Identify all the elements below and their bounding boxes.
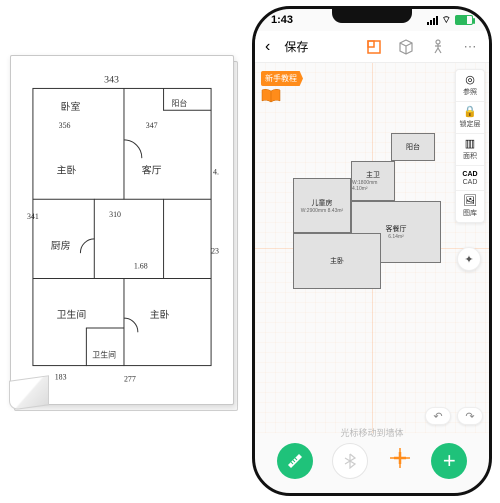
redo-button[interactable]: ↷ [457,407,483,425]
status-time: 1:43 [271,14,293,26]
sidebar-item-reference[interactable]: ◎ 参照 [456,70,484,102]
battery-icon [455,15,473,25]
room-label: 卧室 [61,100,81,113]
paper-sketch: 343 卧室 阳台 356 347 主卧 客厅 341 4.16 310 厨房 … [10,55,240,415]
walkthrough-icon[interactable] [429,38,447,56]
room-label: 阳台 [171,98,187,108]
save-button[interactable]: 保存 [284,38,308,55]
bluetooth-button[interactable] [332,443,368,479]
room-name: 主卫 [366,170,380,180]
side-toolbar: ◎ 参照 🔒 锁定层 ▥ 面积 CAD CAD 🖼 图库 [455,69,485,223]
view-3d-icon[interactable] [397,38,415,56]
cad-icon: CAD [462,171,477,178]
dim-label: 1.68 [134,262,148,271]
room-label: 主卧 [150,308,170,321]
paper-front-sheet: 343 卧室 阳台 356 347 主卧 客厅 341 4.16 310 厨房 … [10,55,234,405]
dim-label: 356 [59,121,71,130]
dim-label: 277 [124,374,136,383]
wifi-icon: ⌔ [442,14,451,27]
dim-label: 183 [55,372,67,381]
room-master-bath[interactable]: 主卫 W:1800mm 4.10m² [351,161,395,201]
sidebar-item-label: CAD [463,179,478,186]
compass-icon[interactable]: ✦ [457,247,481,271]
room-dims: W:1800mm 4.10m² [352,180,394,192]
area-icon: ▥ [465,139,475,150]
sidebar-item-label: 锁定层 [460,119,481,129]
measure-button[interactable] [277,443,313,479]
room-label: 卫生间 [92,350,116,360]
view-2d-icon[interactable] [365,38,383,56]
room-label: 厨房 [51,239,71,252]
phone-notch [332,9,412,23]
add-button[interactable]: + [431,443,467,479]
sidebar-item-lock[interactable]: 🔒 锁定层 [456,102,484,134]
dim-label: 343 [104,75,119,86]
dim-label: 233 [211,247,219,256]
room-name: 儿童房 [312,198,333,208]
room-label: 主卧 [57,164,77,177]
room-dims: 6.14m² [388,234,404,240]
room-dims: W:2900mm 8.43m² [301,208,343,214]
dim-label: 4.16 [213,168,219,177]
digital-floorplan[interactable]: 阳台 主卫 W:1800mm 4.10m² 儿童房 W:2900mm 8.43m… [293,133,453,313]
room-kids[interactable]: 儿童房 W:2900mm 8.43m² [293,178,351,233]
phone-mockup: 1:43 ⌔ ‹ 保存 ⋯ ❖ 新手教程 [252,6,492,496]
hand-drawn-floorplan: 343 卧室 阳台 356 347 主卧 客厅 341 4.16 310 厨房 … [25,70,219,386]
status-bar: 1:43 ⌔ [255,9,489,31]
top-toolbar: ‹ 保存 ⋯ [255,31,489,63]
sidebar-item-label: 图库 [463,208,477,218]
lock-icon: 🔒 [463,107,477,118]
signal-icon [427,16,438,25]
room-label: 客厅 [142,164,162,177]
undo-button[interactable]: ↶ [425,407,451,425]
room-name: 主卧 [330,256,344,266]
sidebar-item-cad[interactable]: CAD CAD [456,166,484,191]
dim-label: 347 [146,121,158,130]
canvas-area[interactable]: ❖ 新手教程 ◎ 参照 🔒 锁定层 ▥ 面积 CAD CAD 🖼 [255,63,489,433]
dim-label: 310 [109,210,121,219]
gallery-icon: 🖼 [463,196,477,207]
paper-curl-corner [9,375,49,411]
sidebar-item-label: 面积 [463,151,477,161]
sidebar-item-area[interactable]: ▥ 面积 [456,134,484,166]
dim-label: 341 [27,212,39,221]
eye-icon: ◎ [465,75,475,86]
more-icon[interactable]: ⋯ [461,38,479,56]
tutorial-tag[interactable]: 新手教程 [261,71,303,86]
sidebar-item-gallery[interactable]: 🖼 图库 [456,191,484,222]
room-name: 阳台 [406,142,420,152]
book-icon[interactable] [261,89,281,103]
room-balcony[interactable]: 阳台 [391,133,435,161]
status-right: ⌔ [427,14,473,27]
sidebar-item-label: 参照 [463,87,477,97]
room-master[interactable]: 主卧 [293,233,381,289]
bottom-toolbar: + [255,439,489,483]
target-button[interactable] [388,446,412,476]
back-button[interactable]: ‹ [265,38,270,56]
hint-text: 光标移动到墙体 [255,426,489,439]
room-name: 客餐厅 [386,224,407,234]
room-label: 卫生间 [57,308,87,321]
